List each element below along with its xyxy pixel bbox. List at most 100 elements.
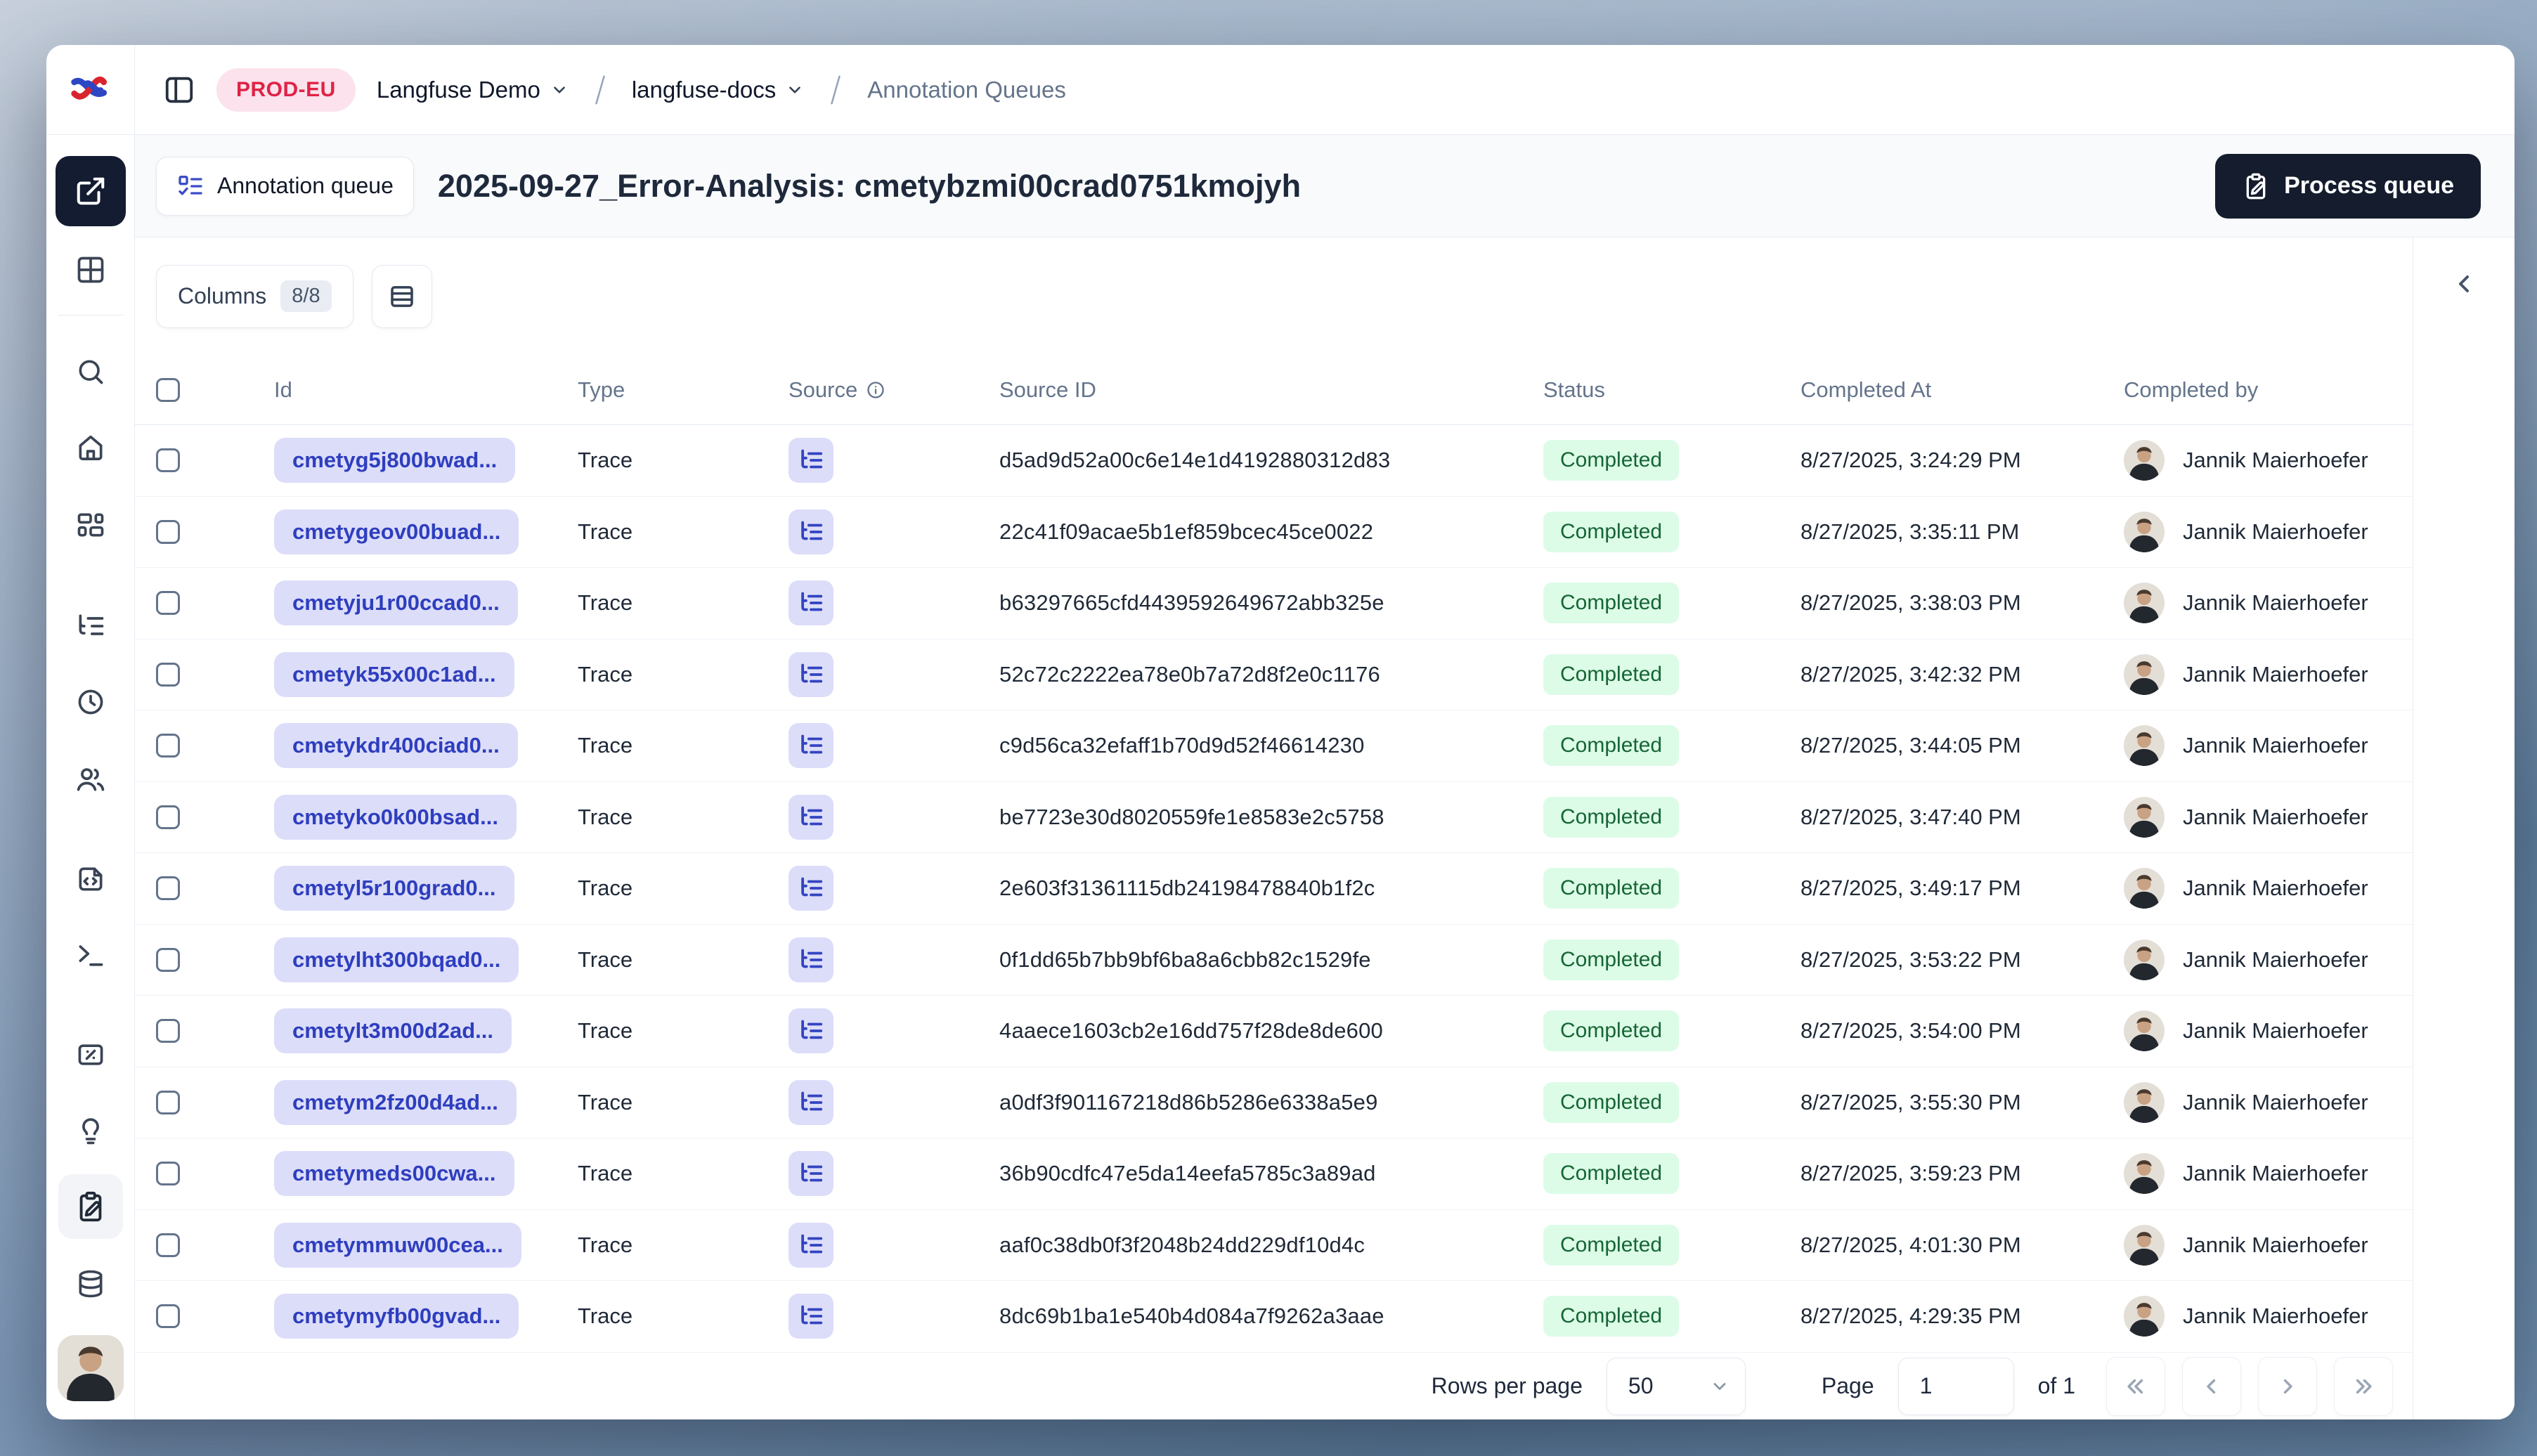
source-trace-link[interactable]: [789, 580, 833, 626]
square-percent-icon[interactable]: [75, 1039, 106, 1070]
source-id: 8dc69b1ba1e540b4d084a7f9262a3aae: [999, 1304, 1384, 1329]
item-id-badge[interactable]: cmetyju1r00ccad0...: [274, 580, 518, 626]
table-row[interactable]: cmetyko0k00bsad... Trace be7723e30d80205…: [135, 782, 2413, 853]
list-tree-icon[interactable]: [75, 611, 106, 642]
breadcrumb-project[interactable]: langfuse-docs: [632, 77, 804, 103]
table-row[interactable]: cmetyju1r00ccad0... Trace b63297665cfd44…: [135, 568, 2413, 639]
item-id-badge[interactable]: cmetyko0k00bsad...: [274, 794, 517, 840]
source-id: 2e603f31361115db24198478840b1f2c: [999, 876, 1375, 901]
select-all-checkbox[interactable]: [156, 377, 180, 402]
table-toolbar: Columns 8/8: [135, 238, 2413, 355]
row-checkbox[interactable]: [156, 448, 180, 473]
user-avatar[interactable]: [57, 1335, 124, 1401]
item-id-badge[interactable]: cmetylt3m00d2ad...: [274, 1008, 512, 1054]
row-checkbox[interactable]: [156, 1304, 180, 1329]
clipboard-pen-icon[interactable]: [58, 1174, 123, 1239]
source-trace-link[interactable]: [789, 723, 833, 769]
table-row[interactable]: cmetylht300bqad0... Trace 0f1dd65b7bb9bf…: [135, 925, 2413, 996]
source-id: b63297665cfd4439592649672abb325e: [999, 590, 1384, 616]
item-type: Trace: [578, 1304, 633, 1329]
row-checkbox[interactable]: [156, 662, 180, 687]
environment-badge[interactable]: PROD-EU: [216, 67, 356, 112]
page-number-input[interactable]: [1897, 1357, 2014, 1415]
search-icon[interactable]: [75, 356, 106, 387]
table-row[interactable]: cmetymeds00cwa... Trace 36b90cdfc47e5da1…: [135, 1138, 2413, 1210]
source-trace-link[interactable]: [789, 937, 833, 982]
list-tree-icon: [801, 1162, 823, 1182]
langfuse-logo-icon[interactable]: [70, 74, 110, 105]
breadcrumb-org[interactable]: Langfuse Demo: [377, 77, 569, 103]
table-row[interactable]: cmetyl5r100grad0... Trace 2e603f31361115…: [135, 853, 2413, 925]
lightbulb-icon[interactable]: [75, 1115, 106, 1146]
previous-page-button[interactable]: [2182, 1356, 2241, 1416]
source-trace-link[interactable]: [789, 1079, 833, 1125]
source-trace-link[interactable]: [789, 1008, 833, 1054]
row-checkbox[interactable]: [156, 805, 180, 829]
table-row[interactable]: cmetymmuw00cea... Trace aaf0c38db0f3f204…: [135, 1210, 2413, 1281]
external-link-icon[interactable]: [55, 156, 126, 226]
first-page-button[interactable]: [2106, 1356, 2165, 1416]
completed-at: 8/27/2025, 3:38:03 PM: [1800, 590, 2021, 616]
sidebar-collapse-icon[interactable]: [163, 74, 195, 106]
main-area: Annotation queue 2025-09-27_Error-Analys…: [135, 135, 2515, 1419]
source-trace-link[interactable]: [789, 794, 833, 840]
chevrons-right-icon: [2356, 1379, 2372, 1393]
source-trace-link[interactable]: [789, 509, 833, 554]
chevron-left-icon: [2459, 275, 2469, 292]
item-id-badge[interactable]: cmetykdr400ciad0...: [274, 723, 518, 769]
table-row[interactable]: cmetygeov00buad... Trace 22c41f09acae5b1…: [135, 497, 2413, 568]
columns-button[interactable]: Columns 8/8: [156, 264, 353, 328]
rows-per-page-select[interactable]: 50: [1606, 1357, 1746, 1415]
item-id-badge[interactable]: cmetyg5j800bwad...: [274, 438, 516, 483]
terminal-icon[interactable]: [75, 940, 106, 970]
column-header-status: Status: [1543, 377, 1605, 402]
row-height-button[interactable]: [371, 264, 432, 328]
home-icon[interactable]: [75, 432, 106, 463]
table-row[interactable]: cmetyg5j800bwad... Trace d5ad9d52a00c6e1…: [135, 425, 2413, 497]
item-id-badge[interactable]: cmetymeds00cwa...: [274, 1151, 514, 1197]
completed-by-name: Jannik Maierhoefer: [2183, 519, 2368, 544]
item-id-badge[interactable]: cmetymyfb00gvad...: [274, 1294, 519, 1339]
source-trace-link[interactable]: [789, 1294, 833, 1339]
source-trace-link[interactable]: [789, 438, 833, 483]
grid-icon[interactable]: [75, 254, 106, 285]
row-checkbox[interactable]: [156, 1019, 180, 1044]
process-queue-button[interactable]: Process queue: [2215, 153, 2481, 219]
item-id-badge[interactable]: cmetymmuw00cea...: [274, 1222, 521, 1268]
row-checkbox[interactable]: [156, 591, 180, 616]
row-checkbox[interactable]: [156, 876, 180, 901]
table-row[interactable]: cmetym2fz00d4ad... Trace a0df3f901167218…: [135, 1067, 2413, 1138]
info-icon[interactable]: [866, 380, 885, 400]
layout-dashboard-icon[interactable]: [75, 509, 106, 540]
table-row[interactable]: cmetyk55x00c1ad... Trace 52c72c2222ea78e…: [135, 639, 2413, 710]
database-icon[interactable]: [75, 1268, 106, 1299]
clock-icon[interactable]: [75, 687, 106, 717]
item-id-badge[interactable]: cmetygeov00buad...: [274, 509, 519, 554]
item-id-badge[interactable]: cmetyk55x00c1ad...: [274, 651, 514, 697]
next-page-button[interactable]: [2258, 1356, 2317, 1416]
source-trace-link[interactable]: [789, 651, 833, 697]
table-row[interactable]: cmetymyfb00gvad... Trace 8dc69b1ba1e540b…: [135, 1281, 2413, 1353]
row-checkbox[interactable]: [156, 1162, 180, 1186]
status-badge: Completed: [1543, 1296, 1680, 1337]
item-type: Trace: [578, 1018, 633, 1044]
item-id-badge[interactable]: cmetyl5r100grad0...: [274, 866, 514, 911]
file-code-icon[interactable]: [75, 864, 106, 895]
item-type: Trace: [578, 661, 633, 687]
last-page-button[interactable]: [2334, 1356, 2393, 1416]
source-trace-link[interactable]: [789, 1151, 833, 1197]
row-checkbox[interactable]: [156, 1090, 180, 1114]
row-checkbox[interactable]: [156, 947, 180, 972]
row-checkbox[interactable]: [156, 1233, 180, 1257]
source-trace-link[interactable]: [789, 866, 833, 911]
row-checkbox[interactable]: [156, 519, 180, 544]
table-row[interactable]: cmetykdr400ciad0... Trace c9d56ca32efaff…: [135, 710, 2413, 782]
row-checkbox[interactable]: [156, 734, 180, 758]
item-id-badge[interactable]: cmetym2fz00d4ad...: [274, 1079, 517, 1125]
table-row[interactable]: cmetylt3m00d2ad... Trace 4aaece1603cb2e1…: [135, 996, 2413, 1067]
list-tree-icon: [801, 1091, 823, 1111]
users-icon[interactable]: [75, 764, 106, 795]
item-id-badge[interactable]: cmetylht300bqad0...: [274, 937, 519, 982]
panel-collapse-button[interactable]: [2443, 263, 2485, 305]
source-trace-link[interactable]: [789, 1222, 833, 1268]
